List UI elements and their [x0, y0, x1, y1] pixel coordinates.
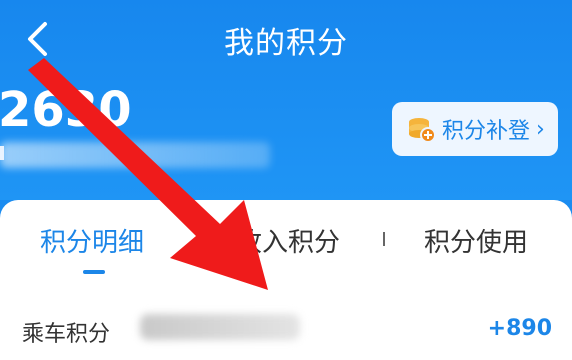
active-tab-indicator	[83, 270, 105, 274]
coin-stack-icon	[409, 118, 436, 143]
tab-points-usage[interactable]: 积分使用	[424, 222, 528, 259]
record-value: +890	[487, 316, 552, 341]
tab-points-detail[interactable]: 积分明细	[40, 222, 144, 259]
page-title: 我的积分	[224, 26, 348, 61]
record-label: 乘车积分	[22, 322, 111, 347]
record-detail-blurred	[140, 314, 300, 340]
tab-divider	[383, 232, 385, 246]
points-value: 2630	[0, 82, 132, 138]
points-makeup-button[interactable]: 积分补登 ›	[392, 102, 558, 156]
points-makeup-label: 积分补登	[442, 119, 531, 144]
chevron-right-icon: ›	[536, 116, 545, 142]
points-subtext-mark	[0, 146, 4, 160]
tab-bar: 积分明细 收入积分 积分使用	[0, 222, 572, 262]
tab-income-points[interactable]: 收入积分	[236, 222, 340, 259]
points-subtext-blurred	[0, 142, 270, 168]
